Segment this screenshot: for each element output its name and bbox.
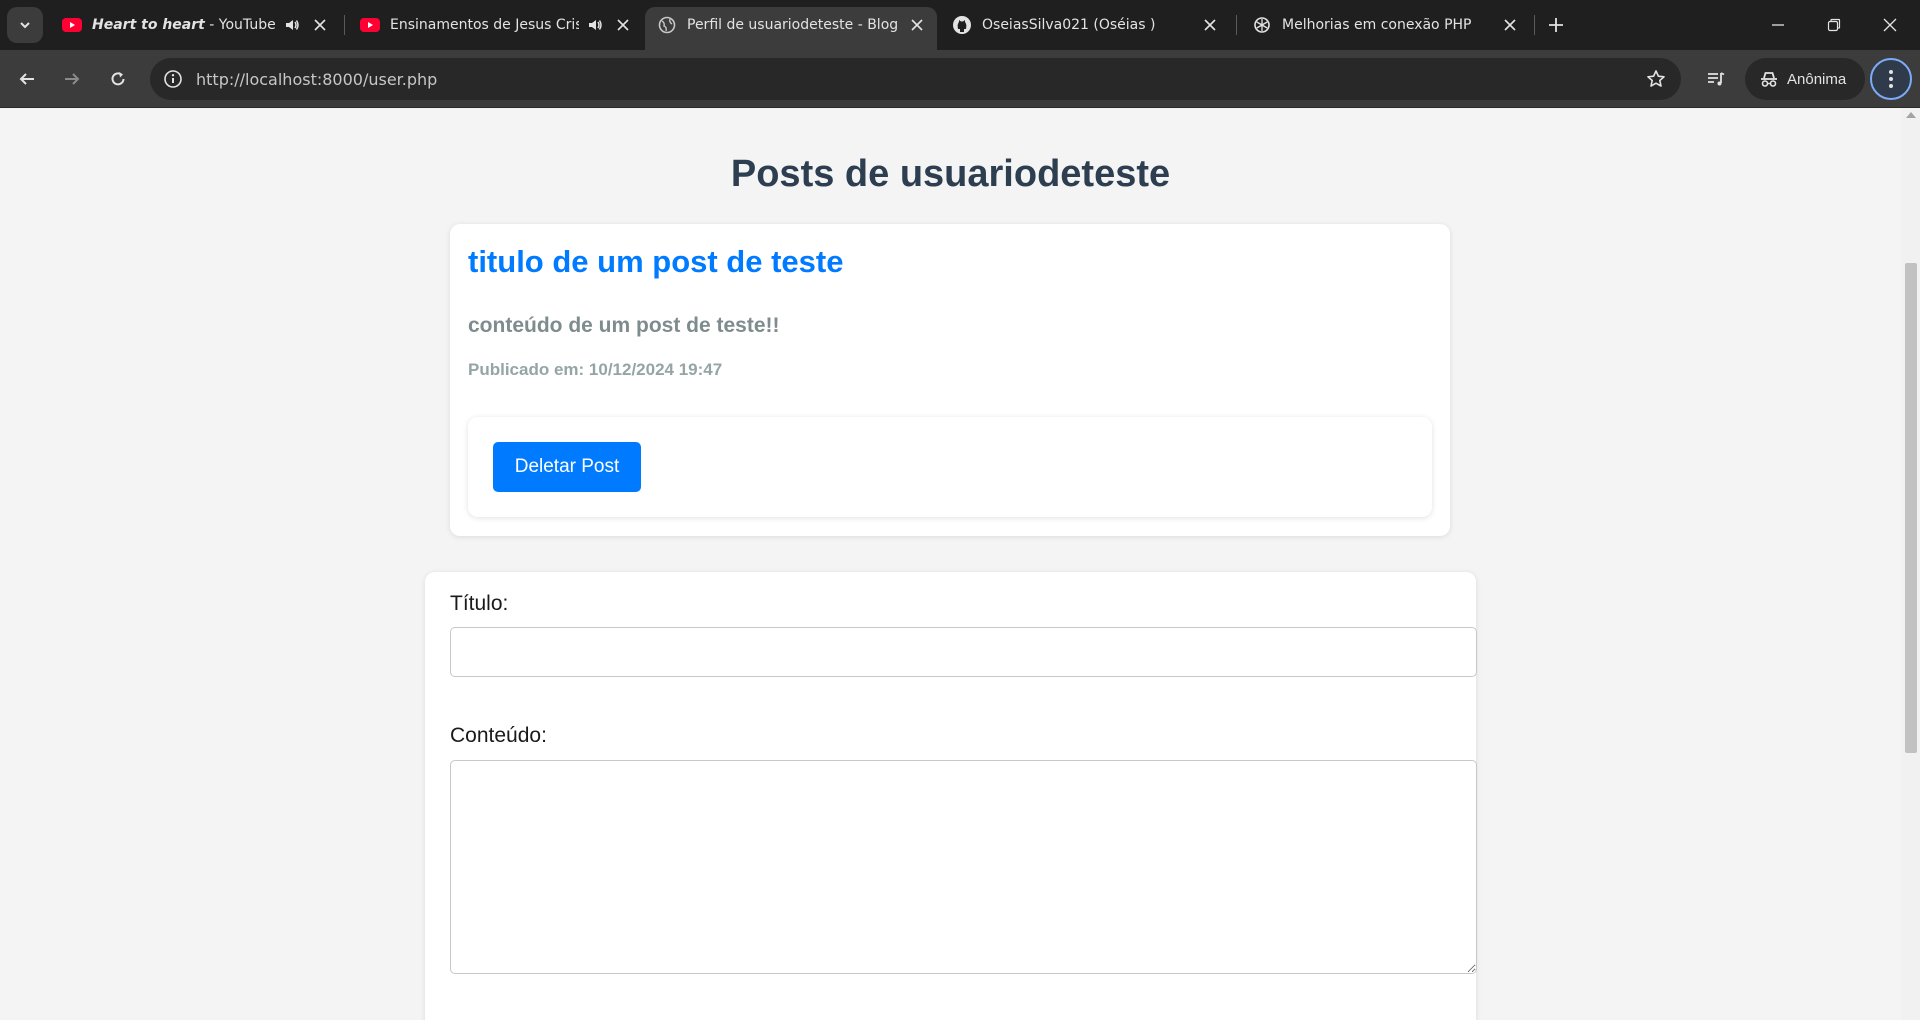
tab-perfil-usuario[interactable]: Perfil de usuariodeteste - Blog PHP (645, 7, 937, 50)
close-icon[interactable] (1500, 15, 1520, 35)
profile-label: Anônima (1787, 70, 1847, 88)
github-icon (952, 15, 972, 35)
speaker-icon[interactable] (282, 15, 302, 35)
speaker-icon[interactable] (585, 15, 605, 35)
close-icon[interactable] (907, 15, 927, 35)
tab-title: Perfil de usuariodeteste - Blog PHP (687, 17, 899, 33)
address-bar[interactable]: http://localhost:8000/user.php (150, 58, 1681, 100)
restore-icon (1827, 18, 1841, 32)
media-controls-button[interactable] (1698, 61, 1734, 97)
globe-icon (657, 15, 677, 35)
plus-icon (1549, 18, 1563, 32)
post-actions: Deletar Post (468, 417, 1432, 517)
tab-youtube-heart-to-heart[interactable]: Heart to heart - YouTube (50, 7, 340, 43)
post-date: Publicado em: 10/12/2024 19:47 (468, 360, 723, 379)
scrollbar-thumb[interactable] (1905, 263, 1917, 753)
new-post-form: Título: Conteúdo: (425, 572, 1477, 1020)
tab-title: Ensinamentos de Jesus Cristo (390, 17, 579, 33)
arrow-right-icon (65, 73, 80, 85)
bookmark-star-icon[interactable] (1641, 64, 1671, 94)
close-window-button[interactable] (1862, 0, 1918, 50)
tab-title: Melhorias em conexão PHP (1282, 17, 1472, 33)
tab-separator (1534, 15, 1535, 35)
media-playlist-icon (1708, 72, 1725, 86)
tab-separator (344, 15, 345, 35)
youtube-icon (360, 15, 380, 35)
incognito-profile-button[interactable]: Anônima (1745, 58, 1865, 100)
reload-button[interactable] (100, 61, 136, 97)
restore-button[interactable] (1806, 0, 1862, 50)
tab-separator (1236, 15, 1237, 35)
tab-chatgpt[interactable]: Melhorias em conexão PHP (1240, 7, 1530, 43)
minimize-icon (1772, 24, 1784, 26)
page-viewport: Posts de usuariodeteste titulo de um pos… (0, 108, 1901, 1020)
forward-button[interactable] (54, 61, 90, 97)
back-button[interactable] (9, 61, 45, 97)
post-title: titulo de um post de teste (468, 244, 844, 279)
browser-toolbar: http://localhost:8000/user.php Anônima (0, 50, 1920, 108)
url-text[interactable]: http://localhost:8000/user.php (196, 70, 437, 89)
incognito-icon (1761, 72, 1777, 87)
close-icon[interactable] (310, 15, 330, 35)
minimize-button[interactable] (1750, 0, 1806, 50)
close-icon[interactable] (1200, 15, 1220, 35)
delete-post-button[interactable]: Deletar Post (493, 442, 641, 492)
reload-icon (111, 72, 125, 86)
tab-youtube-ensinamentos[interactable]: Ensinamentos de Jesus Cristo (348, 7, 643, 43)
tab-title: OseiasSilva021 (Oséias ) (982, 17, 1156, 33)
close-icon (1883, 18, 1897, 32)
info-icon[interactable] (152, 58, 194, 100)
content-textarea[interactable] (450, 760, 1477, 974)
page-title: Posts de usuariodeteste (730, 153, 1171, 195)
chevron-down-icon (20, 22, 30, 29)
arrow-left-icon (19, 73, 34, 85)
post-content: conteúdo de um post de teste!! (468, 314, 780, 337)
more-vertical-icon (1889, 70, 1893, 88)
content-label: Conteúdo: (450, 724, 547, 747)
youtube-icon (62, 15, 82, 35)
scroll-up-arrow-icon[interactable] (1906, 112, 1916, 118)
browser-menu-button[interactable] (1870, 58, 1912, 100)
new-tab-button[interactable] (1541, 10, 1571, 40)
title-label: Título: (450, 592, 509, 615)
chatgpt-icon (1252, 15, 1272, 35)
tab-search-button[interactable] (7, 7, 43, 43)
post-card: titulo de um post de teste conteúdo de u… (450, 224, 1450, 536)
title-input[interactable] (450, 627, 1477, 677)
close-icon[interactable] (613, 15, 633, 35)
tab-github[interactable]: OseiasSilva021 (Oséias ) (940, 7, 1230, 43)
tab-strip: Heart to heart - YouTube Ensinamentos de… (0, 0, 1920, 50)
page-scrollbar[interactable] (1901, 108, 1920, 1020)
tab-title: Heart to heart - YouTube (92, 17, 276, 33)
